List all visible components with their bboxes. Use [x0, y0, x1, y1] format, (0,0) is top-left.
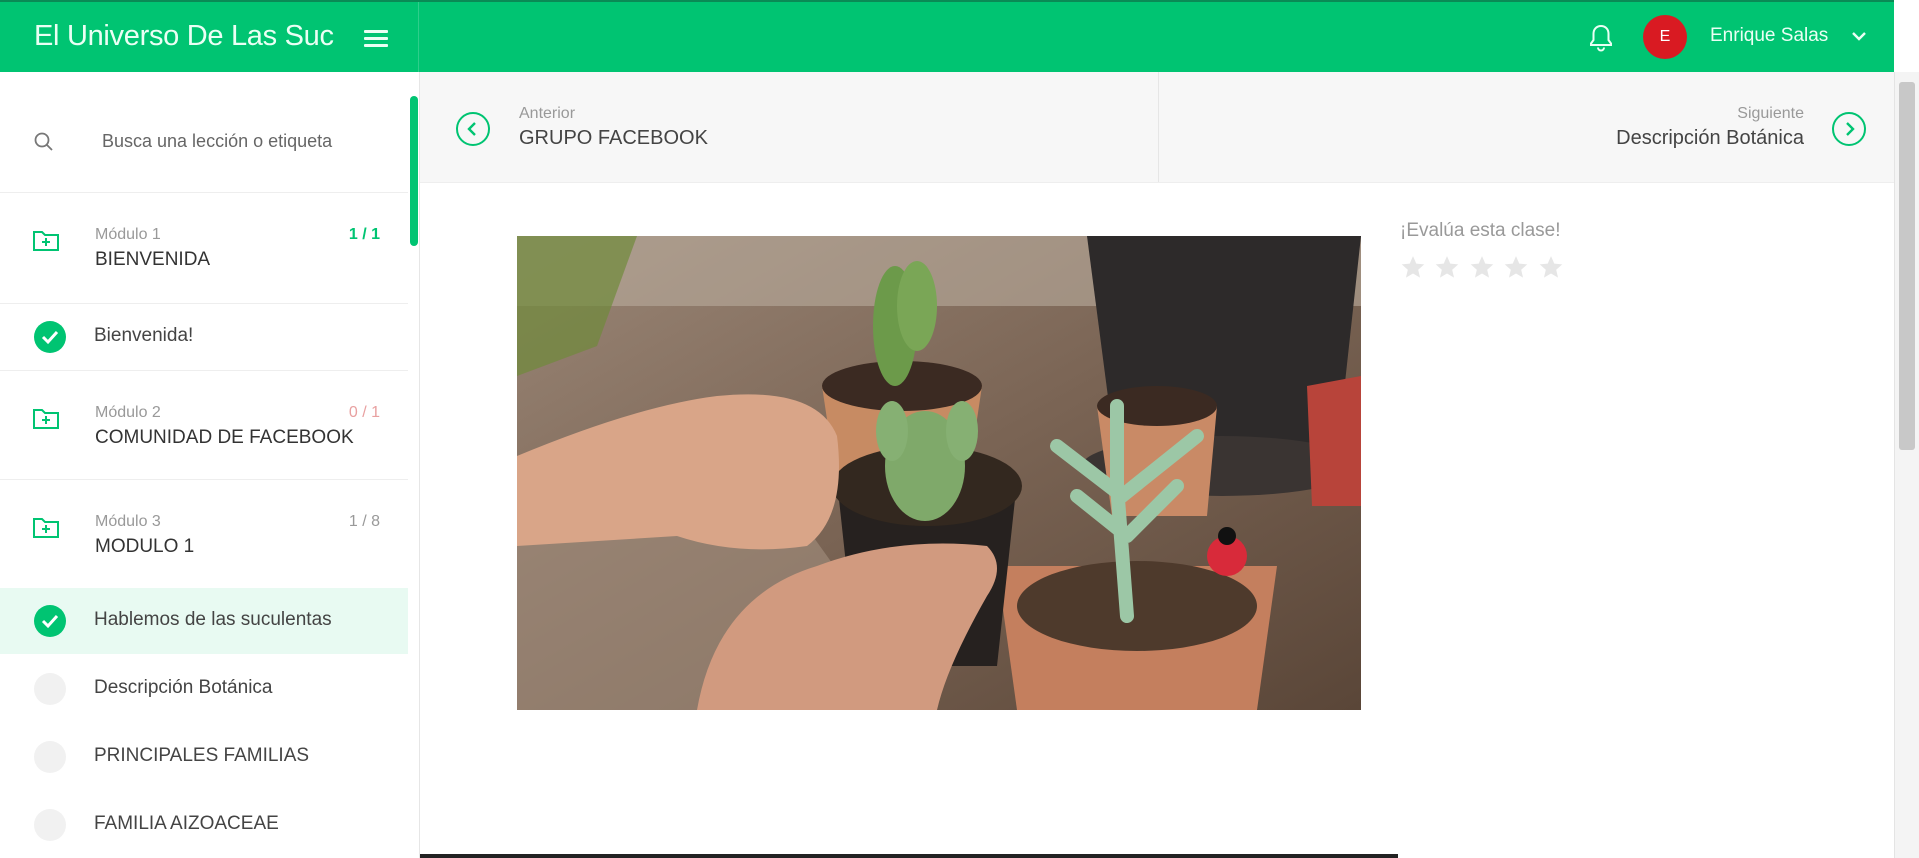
folder-plus-icon [32, 516, 60, 540]
lesson-title: Descripción Botánica [94, 677, 273, 698]
avatar[interactable]: E [1643, 15, 1687, 59]
circle-icon [34, 741, 66, 773]
star-icon[interactable] [1538, 254, 1564, 280]
menu-icon[interactable] [364, 27, 388, 49]
next-label: Siguiente [1737, 105, 1804, 122]
module-progress: 1 / 1 [348, 226, 380, 243]
module-label: Módulo 1 [95, 226, 161, 243]
page-scrollbar-thumb[interactable] [1899, 82, 1915, 450]
next-lesson-link[interactable]: Siguiente Descripción Botánica [1159, 72, 1894, 182]
star-icon[interactable] [1400, 254, 1426, 280]
circle-icon [34, 673, 66, 705]
star-icon[interactable] [1469, 254, 1495, 280]
lesson-item-familias[interactable]: PRINCIPALES FAMILIAS [0, 724, 408, 790]
module-progress: 0 / 1 [348, 404, 380, 421]
user-name[interactable]: Enrique Salas [1710, 25, 1828, 47]
module-label: Módulo 3 [95, 513, 161, 530]
chevron-down-icon[interactable] [1851, 29, 1867, 41]
app-title[interactable]: El Universo De Las Suc [34, 20, 352, 53]
lesson-title: Hablemos de las suculentas [94, 609, 332, 630]
check-icon [34, 321, 66, 353]
folder-plus-icon [32, 407, 60, 431]
sidebar-scrollbar[interactable] [410, 96, 418, 246]
lesson-item-aizoaceae[interactable]: FAMILIA AIZOACEAE [0, 792, 408, 858]
module-1[interactable]: Módulo 1 BIENVENIDA 1 / 1 [0, 193, 408, 304]
module-progress: 1 / 8 [348, 513, 380, 530]
next-title: Descripción Botánica [1616, 127, 1804, 149]
previous-title: GRUPO FACEBOOK [519, 127, 708, 149]
header-divider [418, 2, 419, 74]
lesson-search [0, 72, 408, 193]
chevron-left-icon[interactable] [456, 112, 490, 146]
check-icon [34, 605, 66, 637]
lesson-title: Bienvenida! [94, 325, 194, 346]
lesson-navigation: Anterior GRUPO FACEBOOK Siguiente Descri… [420, 72, 1894, 183]
top-header: El Universo De Las Suc E Enrique Salas [0, 0, 1894, 74]
star-rating[interactable] [1400, 254, 1568, 285]
module-3[interactable]: Módulo 3 MODULO 1 1 / 8 [0, 480, 408, 590]
bottom-divider [420, 854, 1398, 858]
course-sidebar: Módulo 1 BIENVENIDA 1 / 1 Bienvenida! Mó… [0, 72, 420, 858]
search-input[interactable] [92, 124, 402, 158]
search-icon [34, 132, 54, 152]
folder-plus-icon [32, 229, 60, 253]
lesson-title: FAMILIA AIZOACEAE [94, 813, 279, 834]
lesson-title: PRINCIPALES FAMILIAS [94, 745, 310, 766]
module-title: BIENVENIDA [95, 249, 211, 270]
module-title: COMUNIDAD DE FACEBOOK [95, 427, 354, 448]
module-title: MODULO 1 [95, 536, 195, 557]
bell-icon[interactable] [1588, 23, 1614, 53]
previous-label: Anterior [519, 105, 576, 122]
star-icon[interactable] [1503, 254, 1529, 280]
chevron-right-icon[interactable] [1832, 112, 1866, 146]
rating-prompt: ¡Evalúa esta clase! [1400, 220, 1561, 241]
lesson-item-bienvenida[interactable]: Bienvenida! [0, 304, 408, 371]
lesson-item-hablemos[interactable]: Hablemos de las suculentas [0, 588, 408, 654]
module-2[interactable]: Módulo 2 COMUNIDAD DE FACEBOOK 0 / 1 [0, 371, 408, 480]
star-icon[interactable] [1434, 254, 1460, 280]
circle-icon [34, 809, 66, 841]
lesson-image[interactable] [517, 236, 1361, 710]
lesson-item-descripcion[interactable]: Descripción Botánica [0, 656, 408, 722]
window-corner [1894, 0, 1919, 72]
previous-lesson-link[interactable]: Anterior GRUPO FACEBOOK [420, 72, 1159, 182]
module-label: Módulo 2 [95, 404, 161, 421]
